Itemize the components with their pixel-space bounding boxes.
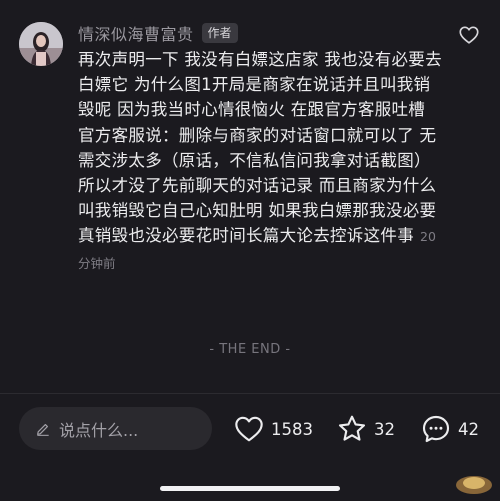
heart-outline-icon	[459, 26, 479, 44]
input-placeholder: 说点什么...	[59, 420, 139, 440]
comment-content: 再次声明一下 我没有白嫖这店家 我也没有必要去白嫖它 为什么图1开局是商家在说话…	[78, 50, 442, 246]
author-name[interactable]: 情深似海曹富贵	[78, 21, 194, 45]
bottom-action-bar: 说点什么... 1583 32 42	[0, 394, 500, 501]
corner-watermark	[456, 476, 492, 494]
heart-outline-icon	[235, 416, 263, 442]
comment-text: 再次声明一下 我没有白嫖这店家 我也没有必要去白嫖它 为什么图1开局是商家在说话…	[78, 47, 443, 276]
avatar[interactable]	[19, 22, 63, 66]
comment-count: 42	[458, 419, 479, 439]
star-outline-icon	[338, 415, 366, 441]
author-badge: 作者	[201, 23, 238, 43]
collect-button[interactable]: 32	[336, 413, 395, 445]
avatar-photo	[19, 22, 63, 66]
comment-input[interactable]: 说点什么...	[19, 407, 212, 450]
author-row: 情深似海曹富贵 作者	[78, 22, 238, 44]
like-count: 1583	[271, 419, 313, 439]
collect-count: 32	[374, 419, 395, 439]
comment-like-button[interactable]	[458, 24, 480, 46]
comment-button[interactable]: 42	[420, 413, 479, 445]
chat-bubble-icon	[422, 415, 450, 443]
pencil-icon	[37, 423, 49, 436]
end-marker: - THE END -	[209, 342, 291, 357]
home-indicator[interactable]	[160, 486, 340, 491]
like-button[interactable]: 1583	[233, 413, 313, 445]
